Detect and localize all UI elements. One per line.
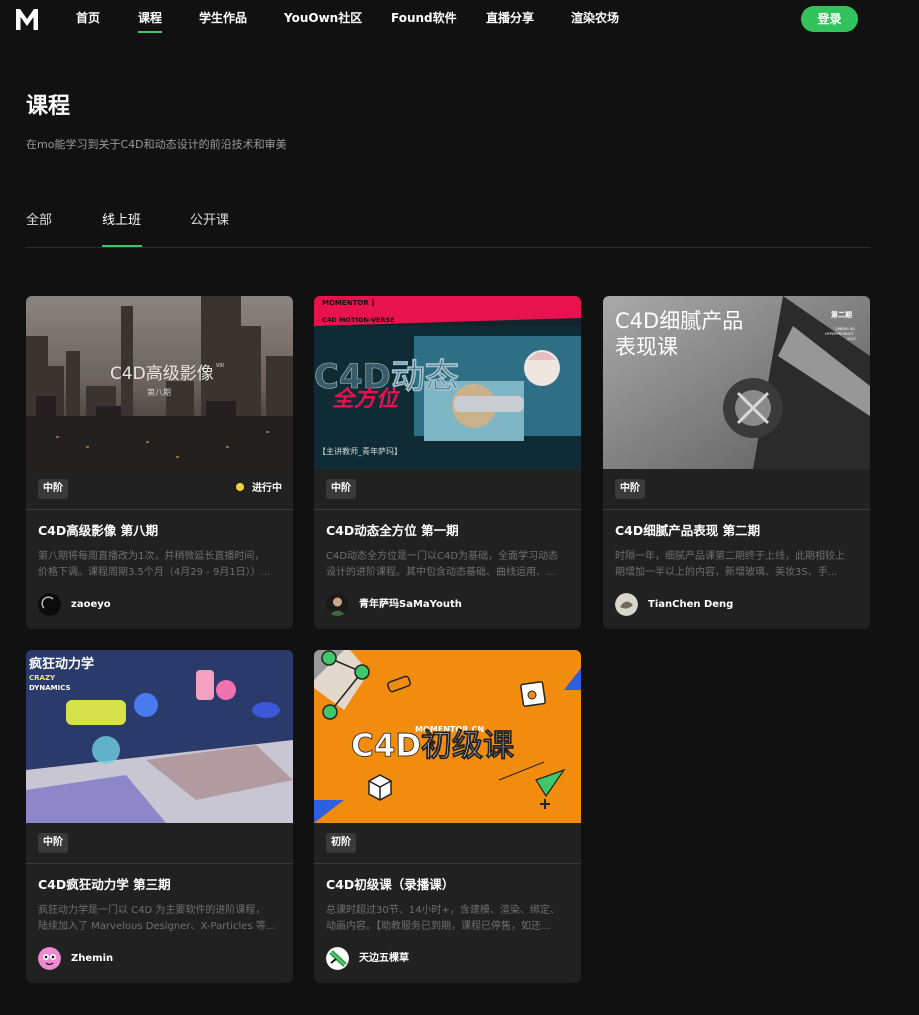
course-description: 疯狂动力学是一门以 C4D 为主要软件的进阶课程， 陆续加入了 Marvelou… <box>38 905 276 932</box>
author-avatar[interactable] <box>615 593 638 616</box>
thumb-title-line2: 表现课 <box>615 335 678 359</box>
thumb-small-text-3: 2022 <box>847 337 856 341</box>
author-name[interactable]: 青年萨玛SaMaYouth <box>359 598 462 611</box>
thumb-sub-text: 第八期 <box>147 387 171 397</box>
course-card[interactable]: C4D细腻产品 表现课 第二期 CINEMA 4D HYPERPRODUCT 2… <box>603 296 870 629</box>
course-title[interactable]: C4D初级课（录播课） <box>326 877 454 893</box>
card-divider <box>26 509 293 510</box>
level-badge: 中阶 <box>615 479 645 499</box>
thumb-issue-text: 第二期 <box>831 310 852 319</box>
author-avatar[interactable] <box>38 593 61 616</box>
thumb-title-en1: CRAZY <box>29 674 56 682</box>
course-thumbnail[interactable]: 疯狂动力学 CRAZY DYNAMICS <box>26 650 293 823</box>
nav-item-youown[interactable]: YouOwn社区 <box>284 11 362 25</box>
status-indicator: 进行中 <box>236 482 282 496</box>
course-description: C4D动态全方位是一门以C4D为基础，全面学习动态 设计的进阶课程。其中包含动态… <box>326 551 559 578</box>
page-title: 课程 <box>26 94 71 119</box>
course-card[interactable]: 疯狂动力学 CRAZY DYNAMICS 中阶 C4D疯狂动力学 第三期 疯狂动… <box>26 650 293 983</box>
tab-online-class[interactable]: 线上班 <box>102 213 141 229</box>
thumb-brand-text: MOMENTOR ] <box>322 299 374 307</box>
level-badge: 初阶 <box>326 833 356 853</box>
tab-active-indicator <box>102 245 142 247</box>
login-button[interactable]: 登录 <box>801 6 858 32</box>
status-text: 进行中 <box>252 483 282 494</box>
card-divider <box>314 509 581 510</box>
page-subtitle: 在mo能学习到关于C4D和动态设计的前沿技术和审美 <box>26 138 287 151</box>
card-divider <box>26 863 293 864</box>
author-name[interactable]: TianChen Deng <box>648 598 733 611</box>
course-card[interactable]: MOMENTOR ] C4D MOTION-VERSE C4D动态 全方位 【主… <box>314 296 581 629</box>
thumb-title-en2: DYNAMICS <box>29 684 71 692</box>
course-title[interactable]: C4D动态全方位 第一期 <box>326 523 459 539</box>
thumb-small-text-2: HYPERPRODUCT <box>825 332 855 336</box>
momentor-logo[interactable] <box>14 6 40 32</box>
course-thumbnail[interactable]: C4D细腻产品 表现课 第二期 CINEMA 4D HYPERPRODUCT 2… <box>603 296 870 469</box>
thumb-small-text-1: CINEMA 4D <box>835 327 855 331</box>
thumb-subtitle-text: C4D MOTION-VERSE <box>322 316 395 324</box>
thumb-title-text: C4D初级课 <box>351 728 515 764</box>
course-thumbnail[interactable]: MOMENTOR.CN C4D初级课 <box>314 650 581 823</box>
nav-item-render-farm[interactable]: 渲染农场 <box>571 11 619 25</box>
course-title[interactable]: C4D疯狂动力学 第三期 <box>38 877 171 893</box>
thumb-title-text: C4D高级影像 <box>110 364 214 384</box>
nav-item-found[interactable]: Found软件 <box>391 11 457 25</box>
nav-item-student-works[interactable]: 学生作品 <box>199 11 247 25</box>
course-card[interactable]: C4D高级影像 VIII 第八期 中阶 进行中 C4D高级影像 第八期 第八期将… <box>26 296 293 629</box>
nav-item-courses[interactable]: 课程 <box>138 11 162 25</box>
author-avatar[interactable] <box>326 947 349 970</box>
course-thumbnail[interactable]: C4D高级影像 VIII 第八期 <box>26 296 293 469</box>
status-dot-icon <box>236 483 244 491</box>
level-badge: 中阶 <box>38 479 68 499</box>
tabs-divider <box>26 247 870 248</box>
course-title[interactable]: C4D细腻产品表现 第二期 <box>615 523 760 539</box>
card-divider <box>314 863 581 864</box>
nav-item-live[interactable]: 直播分享 <box>486 11 534 25</box>
course-description: 总课时超过30节、14小时+，含建模、渲染、绑定、 动画内容。【助教服务已到期，… <box>326 905 560 932</box>
author-avatar[interactable] <box>326 593 349 616</box>
thumb-script-text: 全方位 <box>332 386 401 412</box>
level-badge: 中阶 <box>38 833 68 853</box>
thumb-teacher-text: 【主讲教师_青年萨玛】 <box>318 446 402 456</box>
tab-all[interactable]: 全部 <box>26 213 52 229</box>
course-card[interactable]: MOMENTOR.CN C4D初级课 初阶 C4D初级课（录播课） 总课时超过3… <box>314 650 581 983</box>
course-description: 第八期将每周直播改为1次，并稍微延长直播时间， 价格下调。课程周期3.5个月（4… <box>38 551 271 578</box>
author-name[interactable]: 天边五棵草 <box>359 952 409 965</box>
thumb-title-line1: C4D细腻产品 <box>615 309 743 333</box>
tab-open-class[interactable]: 公开课 <box>190 213 229 229</box>
course-title[interactable]: C4D高级影像 第八期 <box>38 523 158 539</box>
course-description: 时隔一年，细腻产品课第二期终于上线，此期相较上 期增加一半以上的内容，新增玻璃、… <box>615 551 845 578</box>
course-thumbnail[interactable]: MOMENTOR ] C4D MOTION-VERSE C4D动态 全方位 【主… <box>314 296 581 469</box>
author-name[interactable]: zaoeyo <box>71 598 111 611</box>
thumb-title-cn: 疯狂动力学 <box>29 656 94 672</box>
author-avatar[interactable] <box>38 947 61 970</box>
level-badge: 中阶 <box>326 479 356 499</box>
thumb-sup-text: VIII <box>216 363 224 369</box>
nav-active-indicator <box>138 31 162 33</box>
top-nav: 首页 课程 学生作品 YouOwn社区 Found软件 直播分享 渲染农场 登录 <box>0 0 919 38</box>
card-divider <box>603 509 870 510</box>
nav-item-home[interactable]: 首页 <box>76 11 100 25</box>
author-name[interactable]: Zhemin <box>71 952 113 965</box>
